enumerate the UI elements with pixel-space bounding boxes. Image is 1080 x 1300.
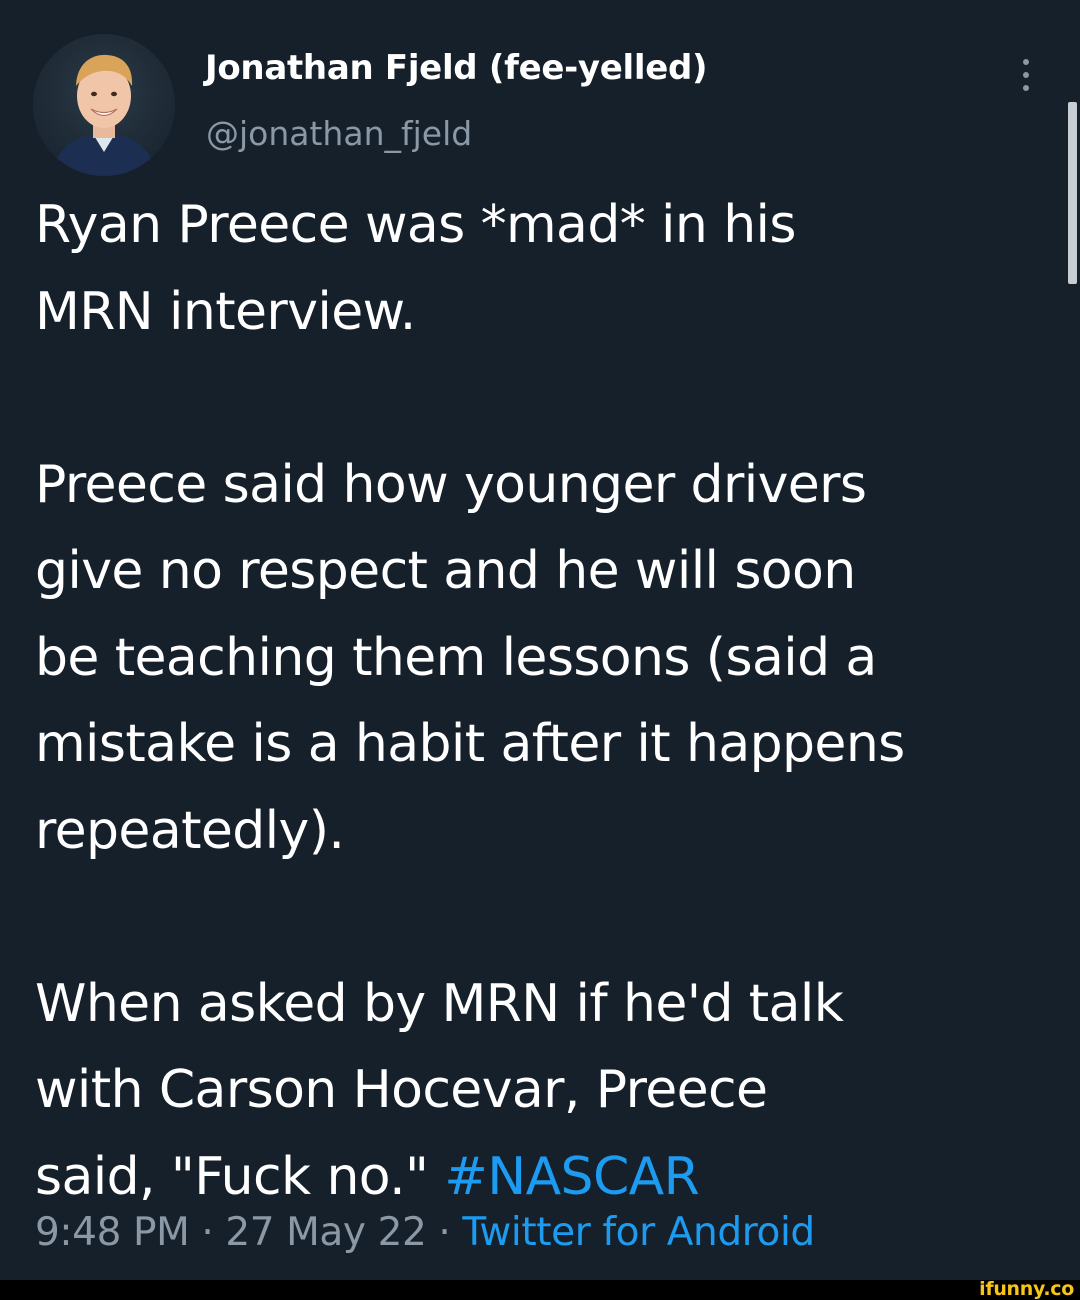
meta-separator: · — [201, 1210, 214, 1255]
tweet-line-text: said, "Fuck no." — [35, 1146, 429, 1207]
tweet-line: When asked by MRN if he'd talk — [35, 973, 844, 1034]
avatar-image — [33, 34, 175, 176]
tweet-line: repeatedly). — [35, 800, 345, 861]
tweet-line: mistake is a habit after it happens — [35, 714, 905, 774]
tweet-card: Jonathan Fjeld (fee-yelled) @jonathan_fj… — [0, 0, 1080, 1280]
ifunny-watermark: ifunny.co — [979, 1278, 1074, 1300]
meta-separator: · — [438, 1210, 451, 1255]
tweet-line: with Carson Hocevar, Preece — [35, 1060, 768, 1120]
tweet-source-link[interactable]: Twitter for Android — [462, 1210, 815, 1255]
tweet-line: be teaching them lessons (said a — [35, 627, 877, 688]
tweet-text: Ryan Preece was *mad* in his MRN intervi… — [35, 182, 1065, 1220]
tweet-line: Ryan Preece was *mad* in his — [35, 195, 796, 255]
footer-bar — [0, 1280, 1080, 1300]
tweet-meta: 9:48 PM · 27 May 22 · Twitter for Androi… — [35, 1210, 815, 1255]
author-display-name[interactable]: Jonathan Fjeld (fee-yelled) — [205, 48, 708, 88]
tweet-line: said, "Fuck no." #NASCAR — [35, 1134, 1065, 1221]
author-handle[interactable]: @jonathan_fjeld — [206, 114, 472, 153]
hashtag-link[interactable]: #NASCAR — [444, 1147, 699, 1207]
tweet-line: Preece said how younger drivers — [35, 454, 867, 515]
tweet-time[interactable]: 9:48 PM — [35, 1210, 190, 1255]
tweet-line: give no respect and he will soon — [35, 541, 856, 601]
avatar[interactable] — [33, 34, 175, 176]
tweet-date[interactable]: 27 May 22 — [225, 1210, 426, 1255]
more-vertical-icon[interactable] — [1012, 56, 1040, 96]
scrollbar[interactable] — [1068, 102, 1077, 284]
tweet-line: MRN interview. — [35, 281, 416, 342]
